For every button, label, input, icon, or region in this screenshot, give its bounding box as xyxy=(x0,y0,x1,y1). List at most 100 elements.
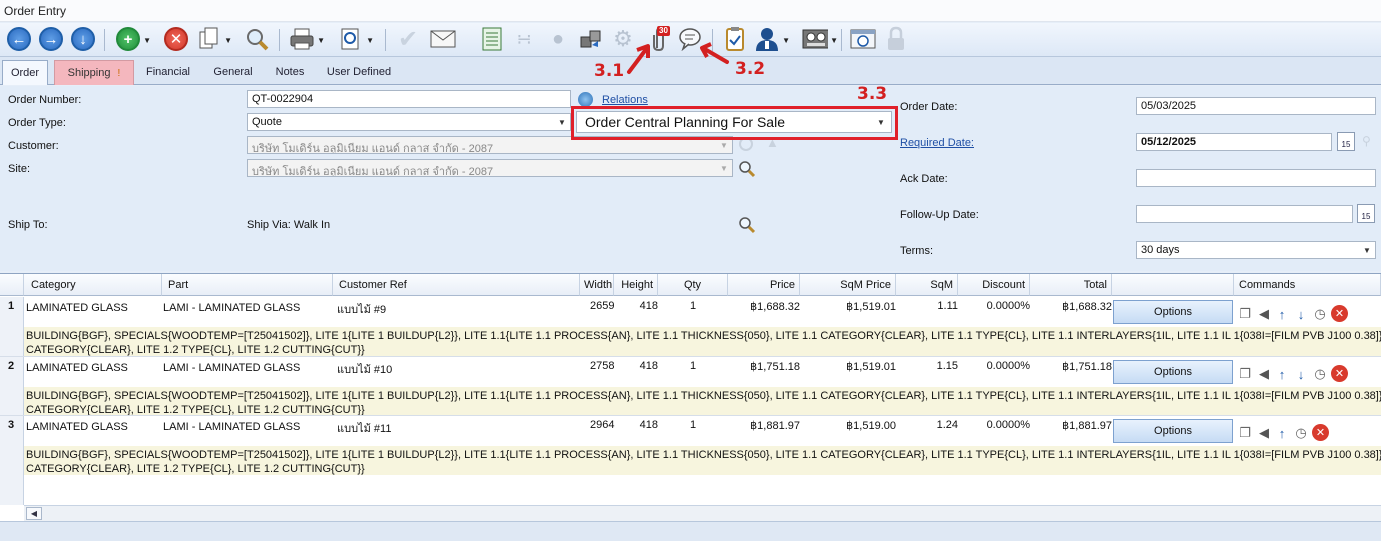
order-type-label: Order Type: xyxy=(8,117,66,129)
products-button[interactable] xyxy=(578,26,604,52)
column-header-part[interactable]: Part xyxy=(162,274,333,296)
copy-line-button[interactable]: ❐ xyxy=(1237,366,1253,382)
add-button[interactable]: + ▼ xyxy=(115,26,151,52)
cell-total: ฿1,688.32 xyxy=(1062,301,1112,313)
followup-date-field[interactable] xyxy=(1136,205,1353,223)
history-button[interactable]: ◷ xyxy=(1312,366,1328,382)
speaker-button[interactable]: ◀ xyxy=(1256,366,1272,382)
table-row[interactable]: 1 LAMINATED GLASS LAMI - LAMINATED GLASS… xyxy=(0,297,1381,356)
lock-button[interactable] xyxy=(883,26,909,52)
cell-customer-ref: แบบไม้ #10 xyxy=(337,364,393,376)
site-select[interactable]: บริษัท โมเดิร์น อลูมิเนียม แอนด์ กลาส จำ… xyxy=(247,159,733,177)
machines-button[interactable]: ▼ xyxy=(802,26,838,52)
history-button[interactable]: ◷ xyxy=(1312,306,1328,322)
column-header-height[interactable]: Height xyxy=(614,274,658,296)
tab-user-defined[interactable]: User Defined xyxy=(320,60,398,85)
relations-link[interactable]: Relations xyxy=(602,94,648,106)
terms-select[interactable]: 30 days ▼ xyxy=(1136,241,1376,259)
column-header-qty[interactable]: Qty xyxy=(658,274,728,296)
scroll-left-button[interactable]: ◀ xyxy=(26,507,42,520)
arrow-up-icon: ↑ xyxy=(1278,306,1286,322)
order-type-select[interactable]: Quote ▼ xyxy=(247,113,571,131)
back-button[interactable]: ← xyxy=(6,26,32,52)
tab-shipping[interactable]: Shipping ! xyxy=(54,60,134,85)
share-button[interactable]: ∺ xyxy=(511,26,537,52)
copy-line-button[interactable]: ❐ xyxy=(1237,425,1253,441)
tab-financial[interactable]: Financial xyxy=(140,60,196,85)
move-up-button[interactable]: ↑ xyxy=(1274,366,1290,382)
options-button[interactable]: Options xyxy=(1113,419,1233,443)
column-header-sqm-price[interactable]: SqM Price xyxy=(800,274,896,296)
cell-sqm: 1.24 xyxy=(936,419,958,431)
column-header-commands[interactable]: Commands xyxy=(1234,274,1381,296)
required-date-link[interactable]: Required Date: xyxy=(900,137,974,149)
copy-line-button[interactable]: ❐ xyxy=(1237,306,1253,322)
print-preview-button[interactable]: ▼ xyxy=(338,26,374,52)
column-header-width[interactable]: Width xyxy=(580,274,614,296)
line-description: BUILDING{BGF}, SPECIALS{WOODTEMP=[T25041… xyxy=(24,387,1381,416)
key-icon: ⚲ xyxy=(1362,134,1371,148)
order-type-value: Quote xyxy=(252,116,282,128)
tab-general[interactable]: General xyxy=(206,60,260,85)
contact-button[interactable]: ● xyxy=(545,26,571,52)
history-button[interactable]: ◷ xyxy=(1293,425,1309,441)
arrow-down-icon: ↓ xyxy=(1297,366,1305,382)
options-button[interactable]: Options xyxy=(1113,300,1233,324)
horizontal-scrollbar[interactable]: ◀ xyxy=(24,505,1381,521)
download-button[interactable]: ↓ xyxy=(70,26,96,52)
schedule-button[interactable] xyxy=(850,26,876,52)
column-header-total[interactable]: Total xyxy=(1030,274,1112,296)
toolbar-separator xyxy=(841,29,842,51)
delete-line-button[interactable]: ✕ xyxy=(1312,424,1329,441)
status-bar xyxy=(0,521,1381,541)
worksheet-button[interactable] xyxy=(479,26,505,52)
options-button[interactable]: Options xyxy=(1113,360,1233,384)
ship-search-button[interactable] xyxy=(738,216,756,237)
table-row[interactable]: 2 LAMINATED GLASS LAMI - LAMINATED GLASS… xyxy=(0,356,1381,416)
followup-date-calendar-button[interactable]: 15 xyxy=(1357,204,1375,223)
salesperson-button[interactable]: ▼ xyxy=(754,26,790,52)
move-up-button[interactable]: ↑ xyxy=(1274,425,1290,441)
move-down-button[interactable]: ↓ xyxy=(1293,306,1309,322)
speaker-button[interactable]: ◀ xyxy=(1256,425,1272,441)
row-number: 3 xyxy=(8,419,15,431)
forward-button[interactable]: → xyxy=(38,26,64,52)
ack-date-label: Ack Date: xyxy=(900,173,948,185)
site-search-button[interactable] xyxy=(738,160,756,181)
tab-notes[interactable]: Notes xyxy=(268,60,312,85)
print-button[interactable]: ▼ xyxy=(289,26,325,52)
order-date-field[interactable]: 05/03/2025 xyxy=(1136,97,1376,115)
column-header-price[interactable]: Price xyxy=(728,274,800,296)
required-date-calendar-button[interactable]: 15 xyxy=(1337,132,1355,151)
tab-shipping-label: Shipping xyxy=(67,67,111,79)
chevron-down-icon: ▼ xyxy=(317,36,325,45)
column-header-discount[interactable]: Discount xyxy=(958,274,1030,296)
delete-line-button[interactable]: ✕ xyxy=(1331,365,1348,382)
chevron-down-icon[interactable]: ▼ xyxy=(716,160,732,176)
move-up-button[interactable]: ↑ xyxy=(1274,306,1290,322)
copy-button[interactable]: ▼ xyxy=(196,26,232,52)
delete-button[interactable]: ✕ xyxy=(163,26,189,52)
required-date-field[interactable]: 05/12/2025 xyxy=(1136,133,1332,151)
order-number-field[interactable]: QT-0022904 xyxy=(247,90,571,108)
column-header-sqm[interactable]: SqM xyxy=(896,274,958,296)
table-row[interactable]: 3 LAMINATED GLASS LAMI - LAMINATED GLASS… xyxy=(0,415,1381,475)
search-button[interactable] xyxy=(244,26,270,52)
site-label: Site: xyxy=(8,163,31,175)
chevron-down-icon[interactable]: ▼ xyxy=(554,114,570,130)
chevron-down-icon: ▼ xyxy=(782,36,790,45)
tab-order[interactable]: Order xyxy=(2,60,48,85)
copy-icon xyxy=(199,27,218,49)
email-button[interactable] xyxy=(430,26,456,52)
column-header-customer-ref[interactable]: Customer Ref xyxy=(333,274,580,296)
speaker-button[interactable]: ◀ xyxy=(1256,306,1272,322)
column-header-category[interactable]: Category xyxy=(24,274,162,296)
delete-line-button[interactable]: ✕ xyxy=(1331,305,1348,322)
line-description: BUILDING{BGF}, SPECIALS{WOODTEMP=[T25041… xyxy=(24,327,1381,356)
ack-date-field[interactable] xyxy=(1136,169,1376,187)
approve-button[interactable]: ✔ xyxy=(395,26,421,53)
move-down-button[interactable]: ↓ xyxy=(1293,366,1309,382)
window-title: Order Entry xyxy=(0,0,1381,22)
chevron-down-icon[interactable]: ▼ xyxy=(1359,242,1375,258)
clock-icon: ◷ xyxy=(1295,425,1307,440)
